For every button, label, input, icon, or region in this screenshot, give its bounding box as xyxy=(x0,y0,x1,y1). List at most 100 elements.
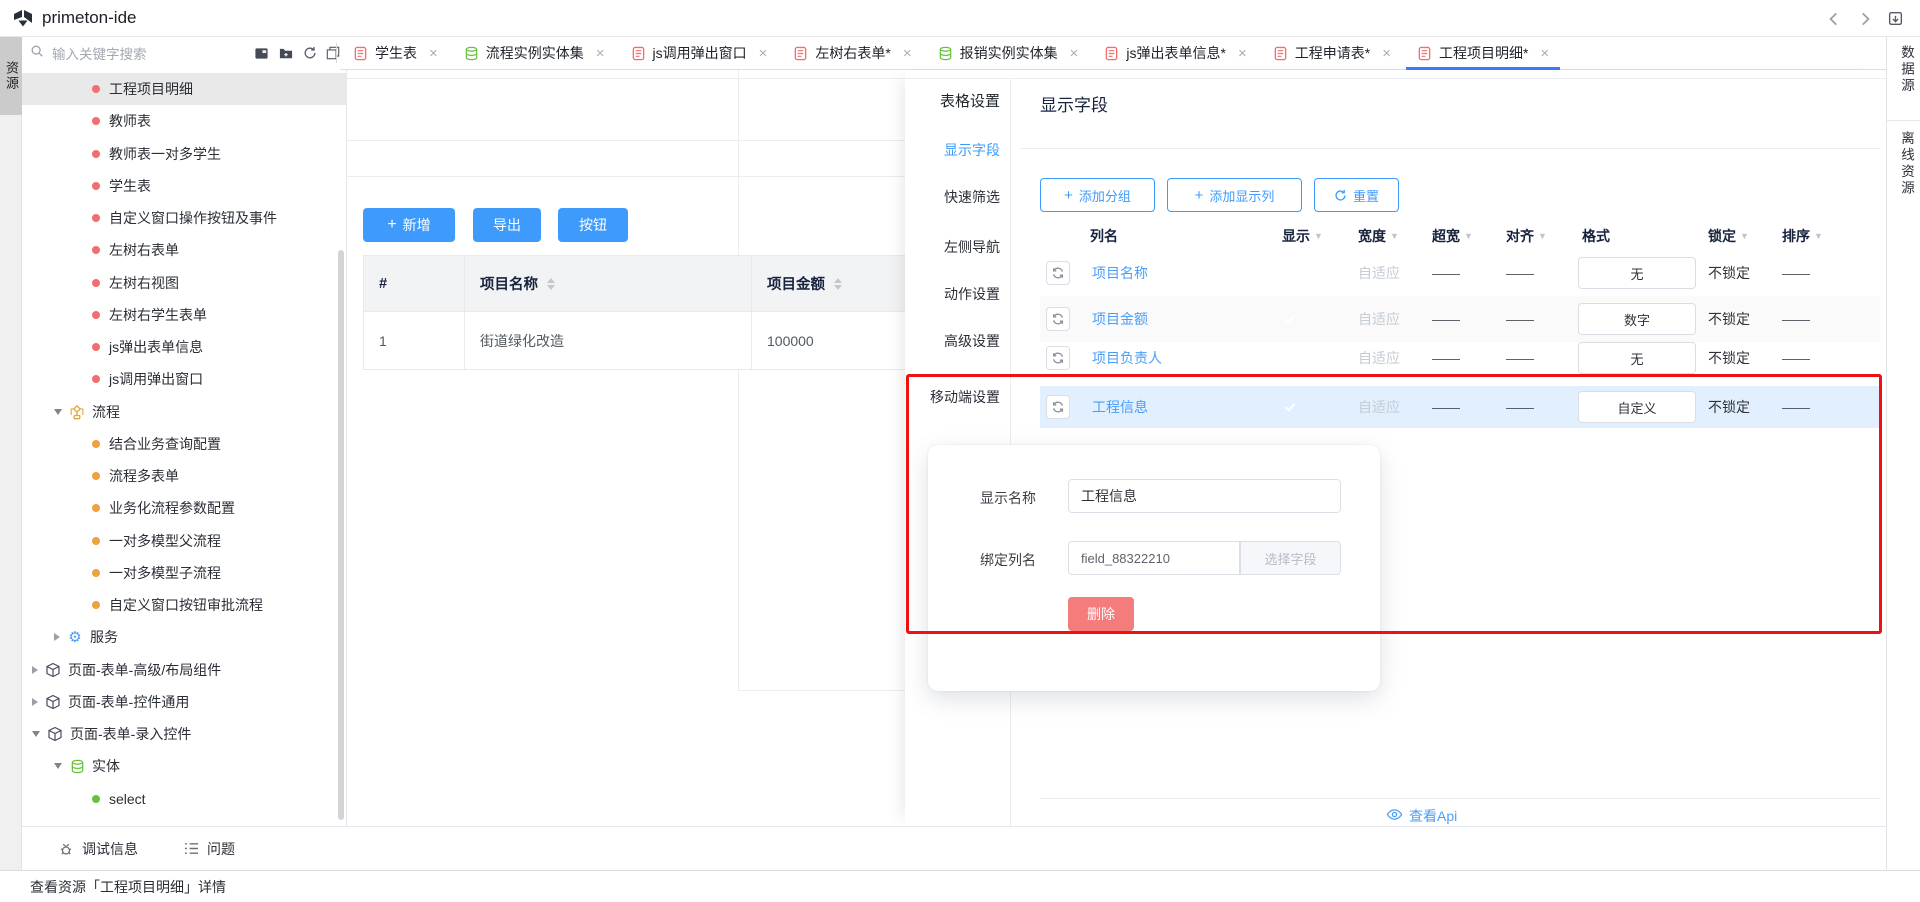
close-tab-icon[interactable]: × xyxy=(429,45,438,62)
tree-item-左树右表单[interactable]: 左树右表单 xyxy=(22,234,347,266)
close-tab-icon[interactable]: × xyxy=(903,45,912,62)
tree-item-左树右视图[interactable]: 左树右视图 xyxy=(22,267,347,299)
settings-menu-动作设置[interactable]: 动作设置 xyxy=(905,284,1000,304)
tree-item-页面-表单-高级/布局组件[interactable]: 页面-表单-高级/布局组件 xyxy=(22,654,347,686)
fields-column-header-对齐[interactable]: 对齐▼ xyxy=(1500,226,1576,246)
bind-column-input[interactable]: field_88322210 xyxy=(1068,541,1240,575)
tab-工程申请表[interactable]: 工程申请表*× xyxy=(1260,37,1404,69)
tab-左树右表单[interactable]: 左树右表单*× xyxy=(780,37,924,69)
close-tab-icon[interactable]: × xyxy=(1070,45,1079,62)
save-layout-icon[interactable] xyxy=(1887,10,1904,27)
tree-item-自定义窗口按钮审批流程[interactable]: 自定义窗口按钮审批流程 xyxy=(22,589,347,621)
tree-item-教师表[interactable]: 教师表 xyxy=(22,105,347,137)
refresh-icon[interactable] xyxy=(303,46,317,60)
tree-item-流程多表单[interactable]: 流程多表单 xyxy=(22,460,347,492)
tab-工程项目明细[interactable]: 工程项目明细*× xyxy=(1404,37,1562,69)
right-rail-tab-离线资源[interactable]: 离线资源 xyxy=(1896,131,1916,197)
tree-item-学生表[interactable]: 学生表 xyxy=(22,170,347,202)
fields-column-header-超宽[interactable]: 超宽▼ xyxy=(1426,226,1500,246)
重置-button[interactable]: 重置 xyxy=(1314,178,1399,212)
settings-menu-移动端设置[interactable]: 移动端设置 xyxy=(905,387,1000,407)
close-tab-icon[interactable]: × xyxy=(759,45,768,62)
field-row-项目金额[interactable]: 项目金额自适应————数字不锁定—— xyxy=(1040,296,1880,342)
view-api-link[interactable]: 查看Api xyxy=(1386,806,1457,826)
expand-arrow-icon[interactable] xyxy=(32,698,38,706)
format-select[interactable]: 无 xyxy=(1578,342,1696,374)
collapse-arrow-icon[interactable] xyxy=(32,731,40,737)
tree-item-流程[interactable]: 流程 xyxy=(22,396,347,428)
sort-icon[interactable] xyxy=(834,278,842,290)
tree-item-实体[interactable]: 实体 xyxy=(22,750,347,782)
bottom-item-问题[interactable]: 问题 xyxy=(184,839,235,859)
tree-item-select[interactable]: select xyxy=(22,783,347,815)
添加分组-button[interactable]: +添加分组 xyxy=(1040,178,1155,212)
tab-js调用弹出窗口[interactable]: js调用弹出窗口× xyxy=(618,37,781,69)
tree-item-教师表一对多学生[interactable]: 教师表一对多学生 xyxy=(22,138,347,170)
field-name-link[interactable]: 项目负责人 xyxy=(1084,348,1276,368)
resources-rail-tab[interactable]: 资源 xyxy=(0,37,22,115)
column-header-project-name[interactable]: 项目名称 xyxy=(464,256,751,311)
close-tab-icon[interactable]: × xyxy=(1540,45,1549,62)
tab-流程实例实体集[interactable]: 流程实例实体集× xyxy=(451,37,618,69)
sync-field-button[interactable] xyxy=(1046,261,1070,285)
导出-button[interactable]: 导出 xyxy=(473,208,541,242)
sort-icon[interactable] xyxy=(547,278,555,290)
tab-报销实例实体集[interactable]: 报销实例实体集× xyxy=(925,37,1092,69)
bottom-item-调试信息[interactable]: 调试信息 xyxy=(58,839,138,859)
tab-学生表[interactable]: 学生表× xyxy=(340,37,451,69)
sync-field-button[interactable] xyxy=(1046,346,1070,370)
field-row-项目负责人[interactable]: 项目负责人自适应————无不锁定—— xyxy=(1040,342,1880,372)
expand-arrow-icon[interactable] xyxy=(54,633,60,641)
tree-item-页面-表单-录入控件[interactable]: 页面-表单-录入控件 xyxy=(22,718,347,750)
field-row-项目名称[interactable]: 项目名称自适应————无不锁定—— xyxy=(1040,250,1880,296)
settings-menu-高级设置[interactable]: 高级设置 xyxy=(905,331,1000,351)
tree-item-自定义窗口操作按钮及事件[interactable]: 自定义窗口操作按钮及事件 xyxy=(22,202,347,234)
按钮-button[interactable]: 按钮 xyxy=(558,208,628,242)
fields-column-header-显示[interactable]: 显示▼ xyxy=(1276,226,1352,246)
format-select[interactable]: 数字 xyxy=(1578,303,1696,335)
field-name-link[interactable]: 项目名称 xyxy=(1084,263,1276,283)
添加显示列-button[interactable]: +添加显示列 xyxy=(1167,178,1302,212)
format-select[interactable]: 无 xyxy=(1578,257,1696,289)
fields-column-header-排序[interactable]: 排序▼ xyxy=(1776,226,1850,246)
tree-item-js弹出表单信息[interactable]: js弹出表单信息 xyxy=(22,331,347,363)
sync-field-button[interactable] xyxy=(1046,395,1070,419)
tree-item-一对多模型子流程[interactable]: 一对多模型子流程 xyxy=(22,557,347,589)
settings-menu-快速筛选[interactable]: 快速筛选 xyxy=(905,187,1000,207)
delete-button[interactable]: 删除 xyxy=(1068,597,1134,631)
tree-item-服务[interactable]: ⚙服务 xyxy=(22,621,347,653)
tree-item-一对多模型父流程[interactable]: 一对多模型父流程 xyxy=(22,525,347,557)
新增-button[interactable]: +新增 xyxy=(363,208,455,242)
import-resource-icon[interactable] xyxy=(254,46,269,61)
field-name-link[interactable]: 工程信息 xyxy=(1084,397,1276,417)
expand-arrow-icon[interactable] xyxy=(32,666,38,674)
collapse-arrow-icon[interactable] xyxy=(54,763,62,769)
tab-js弹出表单信息[interactable]: js弹出表单信息*× xyxy=(1091,37,1259,69)
right-rail-tab-数据源[interactable]: 数据源 xyxy=(1896,45,1916,95)
field-row-工程信息[interactable]: 工程信息自适应————自定义不锁定—— xyxy=(1040,386,1880,428)
close-tab-icon[interactable]: × xyxy=(1238,45,1247,62)
field-name-link[interactable]: 项目金额 xyxy=(1084,309,1276,329)
tree-item-页面-表单-控件通用[interactable]: 页面-表单-控件通用 xyxy=(22,686,347,718)
history-back-icon[interactable] xyxy=(1825,10,1843,28)
search-box[interactable]: 输入关键字搜索 xyxy=(30,43,147,63)
settings-menu-左侧导航[interactable]: 左侧导航 xyxy=(905,237,1000,257)
format-select[interactable]: 自定义 xyxy=(1578,391,1696,423)
collapse-all-icon[interactable] xyxy=(326,46,340,60)
tree-item-js调用弹出窗口[interactable]: js调用弹出窗口 xyxy=(22,363,347,395)
display-name-input[interactable]: 工程信息 xyxy=(1068,479,1341,513)
sync-field-button[interactable] xyxy=(1046,307,1070,331)
fields-column-header-宽度[interactable]: 宽度▼ xyxy=(1352,226,1426,246)
close-tab-icon[interactable]: × xyxy=(1382,45,1391,62)
close-tab-icon[interactable]: × xyxy=(596,45,605,62)
fields-column-header-锁定[interactable]: 锁定▼ xyxy=(1702,226,1776,246)
tree-item-左树右学生表单[interactable]: 左树右学生表单 xyxy=(22,299,347,331)
tree-item-业务化流程参数配置[interactable]: 业务化流程参数配置 xyxy=(22,492,347,524)
tree-item-工程项目明细[interactable]: 工程项目明细 xyxy=(22,73,347,105)
collapse-arrow-icon[interactable] xyxy=(54,409,62,415)
tree-item-结合业务查询配置[interactable]: 结合业务查询配置 xyxy=(22,428,347,460)
select-field-button[interactable]: 选择字段 xyxy=(1240,541,1341,575)
history-forward-icon[interactable] xyxy=(1856,10,1874,28)
add-folder-icon[interactable] xyxy=(278,46,294,61)
settings-menu-显示字段[interactable]: 显示字段 xyxy=(905,140,1000,160)
